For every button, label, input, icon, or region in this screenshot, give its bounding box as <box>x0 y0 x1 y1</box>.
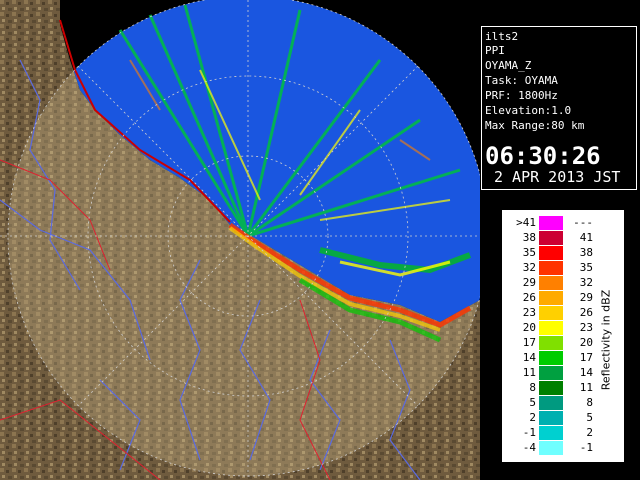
legend-max-label: 8 <box>586 396 593 409</box>
legend-max-label: 26 <box>579 306 593 319</box>
legend-max-label: --- <box>573 216 593 229</box>
legend-swatch <box>539 261 563 275</box>
legend-min-label: -1 <box>522 426 536 439</box>
legend-swatch <box>539 396 563 410</box>
legend-min-label: >41 <box>516 216 536 229</box>
radar-map[interactable] <box>0 0 480 480</box>
legend-swatch <box>539 441 563 455</box>
legend-swatch <box>539 291 563 305</box>
scan-date: 2 APR 2013 JST <box>494 168 621 186</box>
legend-swatch <box>539 426 563 440</box>
legend-swatch <box>539 246 563 260</box>
legend-max-label: 20 <box>579 336 593 349</box>
legend-swatch <box>539 216 563 230</box>
legend-min-label: 17 <box>522 336 536 349</box>
legend-max-label: 41 <box>579 231 593 244</box>
legend-max-label: 32 <box>579 276 593 289</box>
scan-info-panel: ilts2 PPI OYAMA_Z Task: OYAMA PRF: 1800H… <box>481 26 637 190</box>
legend-min-label: 23 <box>522 306 536 319</box>
product-name: ilts2 <box>485 30 519 43</box>
reflectivity-legend: >41 --- 38 41 35 38 32 35 29 32 26 29 23 26 20 23 17 20 14… <box>502 210 624 462</box>
legend-swatch <box>539 231 563 245</box>
legend-min-label: 5 <box>529 396 536 409</box>
legend-max-label: 14 <box>579 366 593 379</box>
legend-min-label: 26 <box>522 291 536 304</box>
legend-swatch <box>539 381 563 395</box>
legend-max-label: 35 <box>579 261 593 274</box>
legend-max-label: 29 <box>579 291 593 304</box>
legend-max-label: 11 <box>579 381 593 394</box>
legend-max-label: 2 <box>586 426 593 439</box>
legend-swatch <box>539 411 563 425</box>
task-name: Task: OYAMA <box>485 74 558 87</box>
legend-swatch <box>539 276 563 290</box>
scan-time: 06:30:26 <box>485 142 601 170</box>
legend-min-label: 14 <box>522 351 536 364</box>
legend-max-label: 17 <box>579 351 593 364</box>
legend-swatch <box>539 351 563 365</box>
legend-min-label: 2 <box>529 411 536 424</box>
legend-title: Reflectivity in dBZ <box>599 289 613 391</box>
legend-swatch <box>539 366 563 380</box>
elevation-value: Elevation:1.0 <box>485 104 572 117</box>
legend-swatch <box>539 336 563 350</box>
legend-swatch <box>539 306 563 320</box>
legend-min-label: 8 <box>529 381 536 394</box>
legend-min-label: 29 <box>522 276 536 289</box>
legend-min-label: 20 <box>522 321 536 334</box>
legend-max-label: 23 <box>579 321 593 334</box>
legend-max-label: 38 <box>579 246 593 259</box>
legend-min-label: 32 <box>522 261 536 274</box>
legend-swatch <box>539 321 563 335</box>
legend-min-label: 11 <box>522 366 536 379</box>
legend-min-label: 38 <box>522 231 536 244</box>
legend-min-label: -4 <box>522 441 536 454</box>
scan-type: PPI <box>485 44 505 57</box>
legend-max-label: 5 <box>586 411 593 424</box>
legend-max-label: -1 <box>579 441 593 454</box>
field-name: OYAMA_Z <box>485 59 532 72</box>
prf-value: PRF: 1800Hz <box>485 89 558 102</box>
legend-min-label: 35 <box>522 246 536 259</box>
max-range-value: Max Range:80 km <box>485 119 585 132</box>
